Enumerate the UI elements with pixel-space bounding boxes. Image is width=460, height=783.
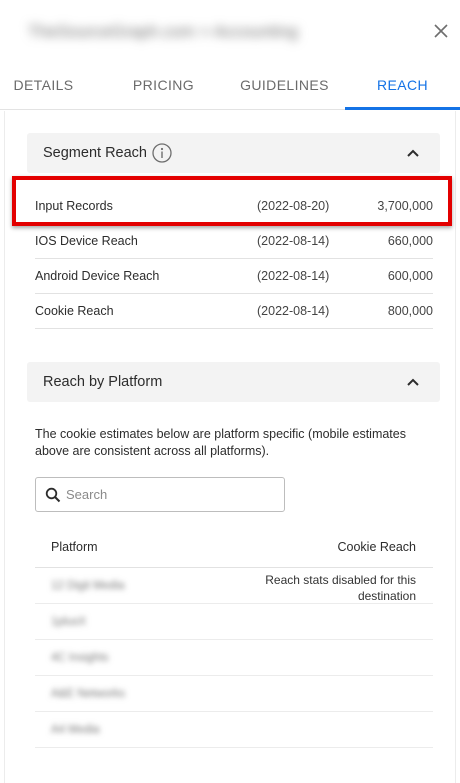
reach-row: Cookie Reach (2022-08-14) 800,000 <box>35 294 433 329</box>
tab-guidelines[interactable]: GUIDELINES <box>227 66 342 110</box>
highlight-box <box>12 176 452 226</box>
chevron-up-icon[interactable] <box>406 375 420 389</box>
chevron-up-icon[interactable] <box>406 146 420 160</box>
platform-name: 1plusX <box>51 616 87 628</box>
table-row: A4 Media <box>35 712 433 748</box>
segment-reach-header[interactable]: Segment Reach <box>27 133 440 173</box>
reach-row-value: 660,000 <box>387 234 433 248</box>
panel-title: TheSourceGraph.com > Accounting <box>28 22 298 41</box>
reach-row-date: (2022-08-14) <box>257 234 330 248</box>
tab-details[interactable]: DETAILS <box>0 66 101 110</box>
reach-row-name: Cookie Reach <box>35 304 114 318</box>
reach-row-name: IOS Device Reach <box>35 234 138 248</box>
panel-header: TheSourceGraph.com > Accounting <box>0 0 460 66</box>
reach-row-value: 600,000 <box>387 269 433 283</box>
reach-row-name: Android Device Reach <box>35 269 160 283</box>
info-icon[interactable] <box>152 143 172 163</box>
reach-by-platform-header[interactable]: Reach by Platform <box>27 362 440 402</box>
platform-name: 12 Digit Media <box>51 580 125 592</box>
platform-search[interactable] <box>35 477 285 512</box>
reach-row: Android Device Reach (2022-08-14) 600,00… <box>35 259 433 294</box>
platform-description: The cookie estimates below are platform … <box>35 427 406 458</box>
close-icon[interactable] <box>430 20 452 42</box>
segment-reach-title: Segment Reach <box>43 145 147 161</box>
table-row: 4C Insights <box>35 640 433 676</box>
reach-row: IOS Device Reach (2022-08-14) 660,000 <box>35 224 433 259</box>
table-row: 1plusX <box>35 604 433 640</box>
tab-bar: DETAILS PRICING GUIDELINES REACH <box>0 66 460 110</box>
platform-name: 4C Insights <box>51 652 109 664</box>
reach-row-date: (2022-08-14) <box>257 304 330 318</box>
reach-disabled-note: Reach stats disabled for this destinatio… <box>265 573 416 603</box>
table-row: 12 Digit Media Reach stats disabled for … <box>35 568 433 604</box>
column-cookie-reach[interactable]: Cookie Reach <box>337 528 416 566</box>
search-icon <box>45 487 61 503</box>
reach-row-value: 800,000 <box>387 304 433 318</box>
platform-table-header: Platform Cookie Reach <box>35 528 433 568</box>
reach-row-date: (2022-08-14) <box>257 269 330 283</box>
table-row: A&E Networks <box>35 676 433 712</box>
platform-name: A&E Networks <box>51 688 126 700</box>
tab-reach[interactable]: REACH <box>345 66 460 110</box>
platform-name: A4 Media <box>51 724 100 736</box>
tab-pricing[interactable]: PRICING <box>106 66 221 110</box>
column-platform[interactable]: Platform <box>51 528 98 566</box>
reach-by-platform-title: Reach by Platform <box>43 374 163 390</box>
search-input[interactable] <box>66 478 278 511</box>
